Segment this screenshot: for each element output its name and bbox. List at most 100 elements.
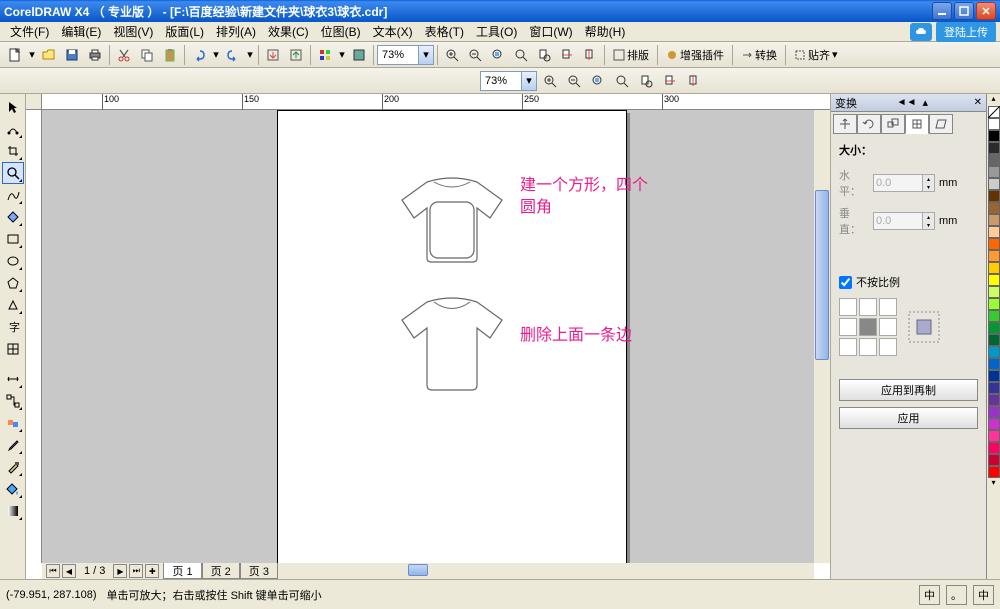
outline-tool-icon[interactable] xyxy=(2,456,24,478)
close-button[interactable] xyxy=(976,2,996,20)
fill-tool-icon[interactable] xyxy=(2,478,24,500)
page-tab-3[interactable]: 页 3 xyxy=(240,563,278,579)
menu-tools[interactable]: 工具(O) xyxy=(470,21,523,42)
color-swatch[interactable] xyxy=(988,262,1000,274)
color-swatch[interactable] xyxy=(988,166,1000,178)
interactive-fill-icon[interactable] xyxy=(2,500,24,522)
width-spinner[interactable]: ▴▾ xyxy=(873,174,935,192)
zoom-selection-icon[interactable] xyxy=(487,44,509,66)
p-zoom-all-icon[interactable] xyxy=(611,70,633,92)
color-swatch[interactable] xyxy=(988,286,1000,298)
palette-down-button[interactable]: ▾ xyxy=(987,478,1000,490)
docker-close-icon[interactable]: ✕ xyxy=(974,97,982,108)
color-swatch[interactable] xyxy=(988,190,1000,202)
height-spinner[interactable]: ▴▾ xyxy=(873,212,935,230)
menu-text[interactable]: 文本(X) xyxy=(367,21,419,42)
paste-icon[interactable] xyxy=(159,44,181,66)
ruler-origin[interactable] xyxy=(26,94,42,110)
ruler-vertical[interactable] xyxy=(26,110,42,563)
app-launcher-icon[interactable] xyxy=(314,44,336,66)
prev-page-button[interactable]: ◀ xyxy=(62,564,76,578)
no-color-swatch[interactable] xyxy=(988,106,1000,118)
last-page-button[interactable]: ⏭ xyxy=(129,564,143,578)
color-swatch[interactable] xyxy=(988,430,1000,442)
skew-tab-icon[interactable] xyxy=(929,114,953,134)
rectangle-tool-icon[interactable] xyxy=(2,228,24,250)
zoom2-input[interactable] xyxy=(481,75,521,87)
menu-bitmap[interactable]: 位图(B) xyxy=(315,21,367,42)
scrollbar-vertical[interactable] xyxy=(814,110,830,563)
zoom-height-icon[interactable] xyxy=(579,44,601,66)
eyedropper-icon[interactable] xyxy=(2,434,24,456)
zoom-in-icon[interactable] xyxy=(441,44,463,66)
maximize-button[interactable] xyxy=(954,2,974,20)
color-swatch[interactable] xyxy=(988,394,1000,406)
palette-up-button[interactable]: ▴ xyxy=(987,94,1000,106)
zoom-all-icon[interactable] xyxy=(510,44,532,66)
cloud-upload-button[interactable]: 登陆上传 xyxy=(936,22,996,42)
color-swatch[interactable] xyxy=(988,406,1000,418)
polygon-tool-icon[interactable] xyxy=(2,272,24,294)
color-swatch[interactable] xyxy=(988,154,1000,166)
zoom-width-icon[interactable] xyxy=(556,44,578,66)
table-tool-icon[interactable] xyxy=(2,338,24,360)
ime-indicator-3[interactable]: 中 xyxy=(973,585,994,605)
zoom-page-icon[interactable] xyxy=(533,44,555,66)
menu-window[interactable]: 窗口(W) xyxy=(523,21,578,42)
copy-icon[interactable] xyxy=(136,44,158,66)
color-swatch[interactable] xyxy=(988,118,1000,130)
basic-shapes-icon[interactable] xyxy=(2,294,24,316)
ime-indicator-2[interactable]: 。 xyxy=(946,585,967,605)
tshirt-shape-2[interactable] xyxy=(392,290,512,400)
ruler-horizontal[interactable]: 100 150 200 250 300 xyxy=(42,94,830,110)
page-tab-1[interactable]: 页 1 xyxy=(163,563,201,579)
freehand-tool-icon[interactable] xyxy=(2,184,24,206)
apply-duplicate-button[interactable]: 应用到再制 xyxy=(839,379,978,401)
connector-tool-icon[interactable] xyxy=(2,390,24,412)
open-icon[interactable] xyxy=(38,44,60,66)
apply-button[interactable]: 应用 xyxy=(839,407,978,429)
color-swatch[interactable] xyxy=(988,382,1000,394)
color-swatch[interactable] xyxy=(988,334,1000,346)
blend-tool-icon[interactable] xyxy=(2,412,24,434)
color-swatch[interactable] xyxy=(988,238,1000,250)
menu-effects[interactable]: 效果(C) xyxy=(262,21,315,42)
color-swatch[interactable] xyxy=(988,322,1000,334)
color-swatch[interactable] xyxy=(988,298,1000,310)
text-tool-icon[interactable]: 字 xyxy=(2,316,24,338)
scale-tab-icon[interactable] xyxy=(881,114,905,134)
anchor-grid[interactable] xyxy=(839,298,897,356)
save-icon[interactable] xyxy=(61,44,83,66)
color-swatch[interactable] xyxy=(988,142,1000,154)
undo-icon[interactable] xyxy=(188,44,210,66)
color-swatch[interactable] xyxy=(988,178,1000,190)
page-tab-2[interactable]: 页 2 xyxy=(202,563,240,579)
size-tab-icon[interactable] xyxy=(905,114,929,134)
color-swatch[interactable] xyxy=(988,454,1000,466)
print-icon[interactable] xyxy=(84,44,106,66)
menu-table[interactable]: 表格(T) xyxy=(419,21,470,42)
color-swatch[interactable] xyxy=(988,202,1000,214)
add-page-button[interactable]: ✚ xyxy=(145,564,159,578)
menu-view[interactable]: 视图(V) xyxy=(107,21,159,42)
color-swatch[interactable] xyxy=(988,250,1000,262)
cut-icon[interactable] xyxy=(113,44,135,66)
zoom-tool-icon[interactable] xyxy=(2,162,24,184)
scrollbar-horizontal[interactable]: ⏮ ◀ 1 / 3 ▶ ⏭ ✚ 页 1 页 2 页 3 xyxy=(42,563,814,579)
color-swatch[interactable] xyxy=(988,442,1000,454)
color-swatch[interactable] xyxy=(988,418,1000,430)
p-zoom-in-icon[interactable] xyxy=(539,70,561,92)
color-swatch[interactable] xyxy=(988,310,1000,322)
next-page-button[interactable]: ▶ xyxy=(113,564,127,578)
redo-icon[interactable] xyxy=(222,44,244,66)
color-swatch[interactable] xyxy=(988,274,1000,286)
ime-indicator-1[interactable]: 中 xyxy=(919,585,940,605)
color-swatch[interactable] xyxy=(988,466,1000,478)
pick-tool-icon[interactable] xyxy=(2,96,24,118)
p-zoom-h-icon[interactable] xyxy=(683,70,705,92)
ellipse-tool-icon[interactable] xyxy=(2,250,24,272)
zoom-out-icon[interactable] xyxy=(464,44,486,66)
color-swatch[interactable] xyxy=(988,130,1000,142)
zoom2-combo[interactable]: ▾ xyxy=(480,71,537,91)
menu-arrange[interactable]: 排列(A) xyxy=(210,21,262,42)
